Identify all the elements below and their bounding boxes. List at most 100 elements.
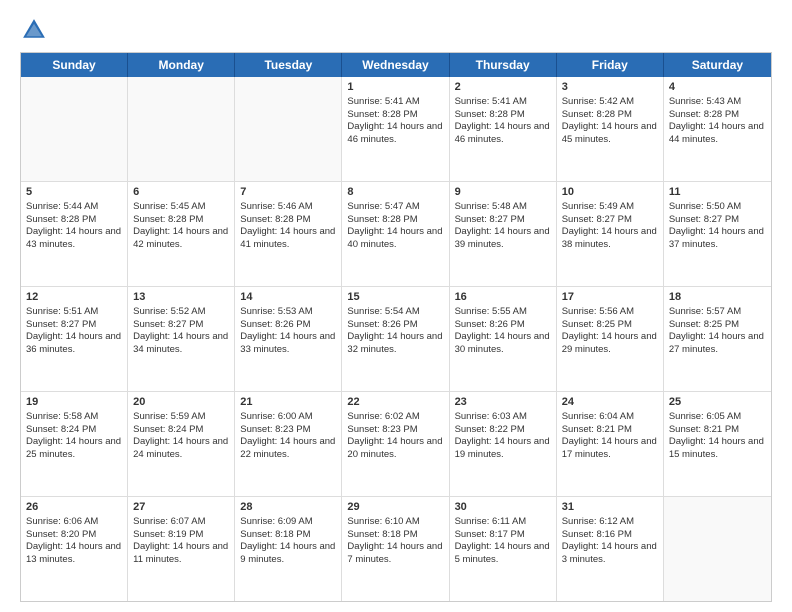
calendar-cell-1-3: 8Sunrise: 5:47 AM Sunset: 8:28 PM Daylig… xyxy=(342,182,449,286)
calendar-cell-0-1 xyxy=(128,77,235,181)
calendar-cell-2-6: 18Sunrise: 5:57 AM Sunset: 8:25 PM Dayli… xyxy=(664,287,771,391)
day-number: 3 xyxy=(562,80,658,95)
day-info: Sunrise: 6:05 AM Sunset: 8:21 PM Dayligh… xyxy=(669,411,764,460)
day-number: 18 xyxy=(669,290,766,305)
calendar-cell-0-6: 4Sunrise: 5:43 AM Sunset: 8:28 PM Daylig… xyxy=(664,77,771,181)
day-info: Sunrise: 5:57 AM Sunset: 8:25 PM Dayligh… xyxy=(669,306,764,355)
day-number: 4 xyxy=(669,80,766,95)
day-number: 12 xyxy=(26,290,122,305)
day-info: Sunrise: 6:00 AM Sunset: 8:23 PM Dayligh… xyxy=(240,411,335,460)
calendar-cell-4-5: 31Sunrise: 6:12 AM Sunset: 8:16 PM Dayli… xyxy=(557,497,664,601)
calendar-cell-1-6: 11Sunrise: 5:50 AM Sunset: 8:27 PM Dayli… xyxy=(664,182,771,286)
calendar-cell-0-4: 2Sunrise: 5:41 AM Sunset: 8:28 PM Daylig… xyxy=(450,77,557,181)
day-number: 14 xyxy=(240,290,336,305)
calendar-cell-1-0: 5Sunrise: 5:44 AM Sunset: 8:28 PM Daylig… xyxy=(21,182,128,286)
day-info: Sunrise: 5:41 AM Sunset: 8:28 PM Dayligh… xyxy=(455,96,550,145)
calendar-cell-4-2: 28Sunrise: 6:09 AM Sunset: 8:18 PM Dayli… xyxy=(235,497,342,601)
day-number: 21 xyxy=(240,395,336,410)
header-day-wednesday: Wednesday xyxy=(342,53,449,77)
calendar-cell-2-5: 17Sunrise: 5:56 AM Sunset: 8:25 PM Dayli… xyxy=(557,287,664,391)
day-number: 26 xyxy=(26,500,122,515)
calendar-cell-2-0: 12Sunrise: 5:51 AM Sunset: 8:27 PM Dayli… xyxy=(21,287,128,391)
day-info: Sunrise: 5:42 AM Sunset: 8:28 PM Dayligh… xyxy=(562,96,657,145)
day-info: Sunrise: 6:11 AM Sunset: 8:17 PM Dayligh… xyxy=(455,516,550,565)
day-info: Sunrise: 5:45 AM Sunset: 8:28 PM Dayligh… xyxy=(133,201,228,250)
day-info: Sunrise: 5:53 AM Sunset: 8:26 PM Dayligh… xyxy=(240,306,335,355)
day-number: 13 xyxy=(133,290,229,305)
calendar-cell-3-6: 25Sunrise: 6:05 AM Sunset: 8:21 PM Dayli… xyxy=(664,392,771,496)
day-info: Sunrise: 5:48 AM Sunset: 8:27 PM Dayligh… xyxy=(455,201,550,250)
day-number: 8 xyxy=(347,185,443,200)
day-number: 22 xyxy=(347,395,443,410)
day-number: 20 xyxy=(133,395,229,410)
header-day-monday: Monday xyxy=(128,53,235,77)
day-number: 1 xyxy=(347,80,443,95)
day-number: 9 xyxy=(455,185,551,200)
day-info: Sunrise: 5:47 AM Sunset: 8:28 PM Dayligh… xyxy=(347,201,442,250)
day-info: Sunrise: 6:10 AM Sunset: 8:18 PM Dayligh… xyxy=(347,516,442,565)
calendar: SundayMondayTuesdayWednesdayThursdayFrid… xyxy=(20,52,772,602)
day-info: Sunrise: 5:46 AM Sunset: 8:28 PM Dayligh… xyxy=(240,201,335,250)
calendar-header: SundayMondayTuesdayWednesdayThursdayFrid… xyxy=(21,53,771,77)
day-number: 27 xyxy=(133,500,229,515)
calendar-body: 1 Sunrise: 5:41 AM Sunset: 8:28 PM Daylig… xyxy=(21,77,771,601)
day-number: 16 xyxy=(455,290,551,305)
calendar-row-1: 5Sunrise: 5:44 AM Sunset: 8:28 PM Daylig… xyxy=(21,182,771,287)
day-info: Sunrise: 6:04 AM Sunset: 8:21 PM Dayligh… xyxy=(562,411,657,460)
day-info: Sunrise: 5:51 AM Sunset: 8:27 PM Dayligh… xyxy=(26,306,121,355)
day-number: 24 xyxy=(562,395,658,410)
calendar-cell-2-4: 16Sunrise: 5:55 AM Sunset: 8:26 PM Dayli… xyxy=(450,287,557,391)
calendar-cell-4-1: 27Sunrise: 6:07 AM Sunset: 8:19 PM Dayli… xyxy=(128,497,235,601)
logo-icon xyxy=(20,16,48,44)
calendar-cell-0-0 xyxy=(21,77,128,181)
header-day-saturday: Saturday xyxy=(664,53,771,77)
day-number: 7 xyxy=(240,185,336,200)
day-info: Sunrise: 5:55 AM Sunset: 8:26 PM Dayligh… xyxy=(455,306,550,355)
day-info: Sunrise: 6:09 AM Sunset: 8:18 PM Dayligh… xyxy=(240,516,335,565)
header xyxy=(20,16,772,44)
calendar-cell-1-4: 9Sunrise: 5:48 AM Sunset: 8:27 PM Daylig… xyxy=(450,182,557,286)
calendar-cell-3-2: 21Sunrise: 6:00 AM Sunset: 8:23 PM Dayli… xyxy=(235,392,342,496)
calendar-cell-1-2: 7Sunrise: 5:46 AM Sunset: 8:28 PM Daylig… xyxy=(235,182,342,286)
calendar-cell-1-5: 10Sunrise: 5:49 AM Sunset: 8:27 PM Dayli… xyxy=(557,182,664,286)
header-day-friday: Friday xyxy=(557,53,664,77)
day-number: 6 xyxy=(133,185,229,200)
header-day-sunday: Sunday xyxy=(21,53,128,77)
day-number: 17 xyxy=(562,290,658,305)
calendar-cell-0-3: 1Sunrise: 5:41 AM Sunset: 8:28 PM Daylig… xyxy=(342,77,449,181)
calendar-row-0: 1 Sunrise: 5:41 AM Sunset: 8:28 PM Daylig… xyxy=(21,77,771,182)
day-info: Sunrise: 6:07 AM Sunset: 8:19 PM Dayligh… xyxy=(133,516,228,565)
calendar-cell-4-4: 30Sunrise: 6:11 AM Sunset: 8:17 PM Dayli… xyxy=(450,497,557,601)
day-info: Sunrise: 5:59 AM Sunset: 8:24 PM Dayligh… xyxy=(133,411,228,460)
day-number: 30 xyxy=(455,500,551,515)
day-number: 2 xyxy=(455,80,551,95)
calendar-row-4: 26Sunrise: 6:06 AM Sunset: 8:20 PM Dayli… xyxy=(21,497,771,601)
header-day-thursday: Thursday xyxy=(450,53,557,77)
calendar-row-3: 19Sunrise: 5:58 AM Sunset: 8:24 PM Dayli… xyxy=(21,392,771,497)
calendar-cell-2-2: 14Sunrise: 5:53 AM Sunset: 8:26 PM Dayli… xyxy=(235,287,342,391)
calendar-cell-3-5: 24Sunrise: 6:04 AM Sunset: 8:21 PM Dayli… xyxy=(557,392,664,496)
day-number: 29 xyxy=(347,500,443,515)
day-number: 11 xyxy=(669,185,766,200)
day-info: Sunrise: 5:58 AM Sunset: 8:24 PM Dayligh… xyxy=(26,411,121,460)
day-info: Sunrise: 5:50 AM Sunset: 8:27 PM Dayligh… xyxy=(669,201,764,250)
day-info: Sunrise: 5:44 AM Sunset: 8:28 PM Dayligh… xyxy=(26,201,121,250)
day-info: Sunrise: 6:06 AM Sunset: 8:20 PM Dayligh… xyxy=(26,516,121,565)
calendar-cell-3-4: 23Sunrise: 6:03 AM Sunset: 8:22 PM Dayli… xyxy=(450,392,557,496)
day-info: Sunrise: 5:43 AM Sunset: 8:28 PM Dayligh… xyxy=(669,96,764,145)
day-info: Sunrise: 6:03 AM Sunset: 8:22 PM Dayligh… xyxy=(455,411,550,460)
header-day-tuesday: Tuesday xyxy=(235,53,342,77)
calendar-cell-4-0: 26Sunrise: 6:06 AM Sunset: 8:20 PM Dayli… xyxy=(21,497,128,601)
day-info: Sunrise: 5:54 AM Sunset: 8:26 PM Dayligh… xyxy=(347,306,442,355)
day-number: 10 xyxy=(562,185,658,200)
calendar-cell-2-1: 13Sunrise: 5:52 AM Sunset: 8:27 PM Dayli… xyxy=(128,287,235,391)
calendar-cell-0-2 xyxy=(235,77,342,181)
day-number: 25 xyxy=(669,395,766,410)
day-number: 23 xyxy=(455,395,551,410)
day-info: Sunrise: 5:52 AM Sunset: 8:27 PM Dayligh… xyxy=(133,306,228,355)
calendar-cell-4-6 xyxy=(664,497,771,601)
calendar-row-2: 12Sunrise: 5:51 AM Sunset: 8:27 PM Dayli… xyxy=(21,287,771,392)
day-info: Sunrise: 6:02 AM Sunset: 8:23 PM Dayligh… xyxy=(347,411,442,460)
day-number: 28 xyxy=(240,500,336,515)
calendar-cell-1-1: 6Sunrise: 5:45 AM Sunset: 8:28 PM Daylig… xyxy=(128,182,235,286)
